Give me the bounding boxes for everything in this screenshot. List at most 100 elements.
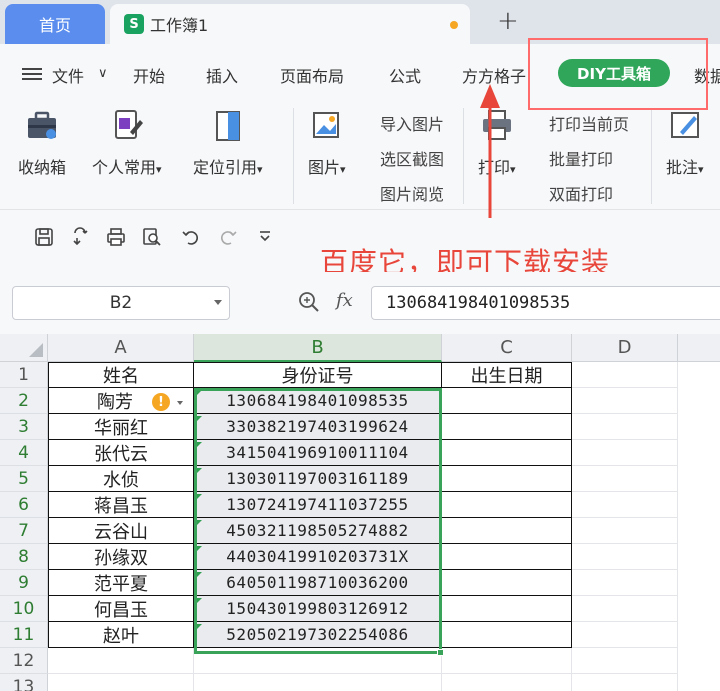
hamburger-menu-icon[interactable] (22, 68, 42, 80)
document-tab[interactable]: S 工作簿1 (110, 4, 470, 44)
personal-common-button[interactable]: 个人常用▾ (92, 108, 162, 178)
row-header[interactable]: 8 (0, 544, 48, 570)
row-header[interactable]: 10 (0, 596, 48, 622)
cell-c7[interactable] (442, 518, 572, 544)
cell-d4[interactable] (572, 440, 678, 466)
row-header[interactable]: 3 (0, 414, 48, 440)
cell-a9[interactable]: 范平夏 (48, 570, 194, 596)
column-header-e[interactable] (678, 334, 720, 362)
row-header[interactable]: 2 (0, 388, 48, 414)
cell-d7[interactable] (572, 518, 678, 544)
cell-a4[interactable]: 张代云 (48, 440, 194, 466)
customize-chevron-icon[interactable] (255, 227, 275, 247)
column-header-b[interactable]: B (194, 334, 442, 362)
annotate-button[interactable]: 批注▾ (666, 108, 704, 178)
row-header[interactable]: 13 (0, 674, 48, 691)
cell-c1[interactable]: 出生日期 (442, 362, 572, 388)
new-tab-button[interactable]: + (497, 6, 519, 36)
redo-icon[interactable] (218, 227, 238, 247)
print-preview-icon[interactable] (142, 227, 162, 247)
cell-d9[interactable] (572, 570, 678, 596)
fx-icon[interactable]: fx (336, 290, 353, 311)
warning-icon[interactable]: ! (152, 393, 170, 411)
import-picture-button[interactable]: 导入图片 (380, 111, 444, 135)
menu-file-caret-icon[interactable]: ∨ (98, 66, 108, 81)
cell-d2[interactable] (572, 388, 678, 414)
cell-b11[interactable]: 520502197302254086 (194, 622, 442, 648)
cell-b10[interactable]: 150430199803126912 (194, 596, 442, 622)
cell-c5[interactable] (442, 466, 572, 492)
locate-reference-button[interactable]: 定位引用▾ (193, 108, 263, 178)
cell-a11[interactable]: 赵叶 (48, 622, 194, 648)
picture-button[interactable]: 图片▾ (308, 108, 346, 178)
home-tab[interactable]: 首页 (5, 4, 105, 44)
cell-b3[interactable]: 330382197403199624 (194, 414, 442, 440)
cell-d12[interactable] (572, 648, 678, 674)
cell-d8[interactable] (572, 544, 678, 570)
row-header[interactable]: 7 (0, 518, 48, 544)
cell-d1[interactable] (572, 362, 678, 388)
cell-d6[interactable] (572, 492, 678, 518)
cell-a6[interactable]: 蒋昌玉 (48, 492, 194, 518)
cell-c4[interactable] (442, 440, 572, 466)
picture-browse-button[interactable]: 图片阅览 (380, 181, 444, 205)
cell-a5[interactable]: 水侦 (48, 466, 194, 492)
menu-insert[interactable]: 插入 (206, 63, 238, 87)
cell-b8[interactable]: 44030419910203731X (194, 544, 442, 570)
cell-a10[interactable]: 何昌玉 (48, 596, 194, 622)
cell-b4[interactable]: 341504196910011104 (194, 440, 442, 466)
row-header[interactable]: 1 (0, 362, 48, 388)
cell-b7[interactable]: 450321198505274882 (194, 518, 442, 544)
cell-d11[interactable] (572, 622, 678, 648)
print-current-page-button[interactable]: 打印当前页 (549, 111, 629, 135)
cell-b1[interactable]: 身份证号 (194, 362, 442, 388)
formula-input[interactable]: 130684198401098535 (371, 286, 720, 320)
column-header-c[interactable]: C (442, 334, 572, 362)
cell-a8[interactable]: 孙缘双 (48, 544, 194, 570)
cell-a12[interactable] (48, 648, 194, 674)
cell-d3[interactable] (572, 414, 678, 440)
cell-b13[interactable] (194, 674, 442, 691)
menu-formula[interactable]: 公式 (389, 63, 421, 87)
row-header[interactable]: 6 (0, 492, 48, 518)
cell-a13[interactable] (48, 674, 194, 691)
region-screenshot-button[interactable]: 选区截图 (380, 146, 444, 170)
cell-b5[interactable]: 130301197003161189 (194, 466, 442, 492)
batch-print-button[interactable]: 批量打印 (549, 146, 613, 170)
cell-c2[interactable] (442, 388, 572, 414)
select-all-corner[interactable] (0, 334, 48, 362)
row-header[interactable]: 11 (0, 622, 48, 648)
cell-a3[interactable]: 华丽红 (48, 414, 194, 440)
print-icon[interactable] (106, 227, 126, 247)
cell-b2[interactable]: 130684198401098535 (194, 388, 442, 414)
row-header[interactable]: 9 (0, 570, 48, 596)
cell-c6[interactable] (442, 492, 572, 518)
menu-start[interactable]: 开始 (133, 63, 165, 87)
cell-b6[interactable]: 130724197411037255 (194, 492, 442, 518)
menu-file[interactable]: 文件 (52, 63, 84, 87)
name-box-caret-icon[interactable] (214, 300, 222, 305)
cell-a7[interactable]: 云谷山 (48, 518, 194, 544)
cell-a2[interactable]: 陶芳 (48, 388, 194, 414)
cloud-sync-icon[interactable] (71, 227, 91, 247)
cell-d5[interactable] (572, 466, 678, 492)
storage-box-button[interactable]: 收纳箱 (18, 108, 66, 178)
fill-handle[interactable] (437, 649, 444, 656)
row-header[interactable]: 4 (0, 440, 48, 466)
column-header-a[interactable]: A (48, 334, 194, 362)
row-header[interactable]: 5 (0, 466, 48, 492)
column-header-d[interactable]: D (572, 334, 678, 362)
row-header[interactable]: 12 (0, 648, 48, 674)
cell-b9[interactable]: 640501198710036200 (194, 570, 442, 596)
cell-d10[interactable] (572, 596, 678, 622)
cell-a1[interactable]: 姓名 (48, 362, 194, 388)
cell-c9[interactable] (442, 570, 572, 596)
cell-c3[interactable] (442, 414, 572, 440)
duplex-print-button[interactable]: 双面打印 (549, 181, 613, 205)
cell-d13[interactable] (572, 674, 678, 691)
warning-caret-icon[interactable] (177, 401, 183, 405)
save-icon[interactable] (34, 227, 54, 247)
cell-c13[interactable] (442, 674, 572, 691)
cell-b12[interactable] (194, 648, 442, 674)
name-box[interactable]: B2 (12, 286, 230, 320)
